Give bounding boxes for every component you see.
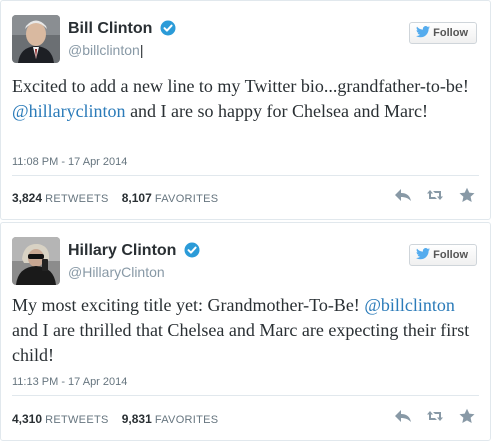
tweet-text-part: and I are thrilled that Chelsea and Marc… (12, 320, 470, 365)
follow-label: Follow (433, 27, 468, 39)
favorites-label[interactable]: FAVORITES (155, 193, 219, 205)
follow-button[interactable]: Follow (409, 244, 477, 266)
avatar[interactable] (12, 15, 60, 63)
divider (12, 175, 479, 176)
follow-button[interactable]: Follow (409, 22, 477, 44)
handle-text[interactable]: @billclinton (68, 42, 140, 58)
tweet-text-part: Excited to add a new line to my Twitter … (12, 76, 469, 96)
display-name-text[interactable]: Bill Clinton (68, 20, 152, 37)
mention-link[interactable]: @billclinton (364, 295, 455, 315)
verified-badge-icon (160, 20, 176, 41)
favorites-label[interactable]: FAVORITES (155, 414, 219, 426)
twitter-bird-icon (416, 248, 431, 260)
tweet-text-part: and I are so happy for Chelsea and Marc! (125, 101, 428, 121)
twitter-bird-icon (416, 26, 431, 38)
favorite-count[interactable]: 8,107 (122, 191, 152, 205)
tweet-text: My most exciting title yet: Grandmother-… (12, 293, 478, 368)
divider (12, 395, 479, 396)
username-handle[interactable]: @HillaryClinton (68, 264, 165, 280)
mention-link[interactable]: @hillaryclinton (12, 101, 126, 121)
tweet-actions (394, 408, 476, 424)
tweet-actions (394, 187, 476, 203)
tweet-stats: 3,824 RETWEETS 8,107 FAVORITES (12, 191, 218, 205)
retweet-icon[interactable] (426, 408, 444, 424)
tweet-text: Excited to add a new line to my Twitter … (12, 74, 478, 124)
star-icon[interactable] (458, 187, 476, 203)
tweet-card: Hillary Clinton @HillaryClinton Follow M… (0, 222, 491, 441)
retweet-count[interactable]: 3,824 (12, 191, 42, 205)
display-name[interactable]: Bill Clinton (68, 20, 176, 41)
display-name-text[interactable]: Hillary Clinton (68, 242, 176, 259)
timestamp[interactable]: 11:13 PM - 17 Apr 2014 (12, 376, 127, 388)
text-cursor: | (139, 42, 144, 58)
handle-text[interactable]: @HillaryClinton (68, 264, 165, 280)
reply-icon[interactable] (394, 187, 412, 203)
retweets-label[interactable]: RETWEETS (45, 414, 109, 426)
username-handle[interactable]: @billclinton| (68, 42, 143, 58)
star-icon[interactable] (458, 408, 476, 424)
reply-icon[interactable] (394, 408, 412, 424)
tweet-card: Bill Clinton @billclinton| Follow Excite… (0, 0, 491, 220)
retweet-icon[interactable] (426, 187, 444, 203)
tweet-stats: 4,310 RETWEETS 9,831 FAVORITES (12, 412, 218, 426)
follow-label: Follow (433, 249, 468, 261)
favorite-count[interactable]: 9,831 (122, 412, 152, 426)
retweets-label[interactable]: RETWEETS (45, 193, 109, 205)
tweet-text-part: My most exciting title yet: Grandmother-… (12, 295, 365, 315)
avatar[interactable] (12, 237, 60, 285)
verified-badge-icon (184, 242, 200, 263)
retweet-count[interactable]: 4,310 (12, 412, 42, 426)
timestamp[interactable]: 11:08 PM - 17 Apr 2014 (12, 156, 127, 168)
display-name[interactable]: Hillary Clinton (68, 242, 200, 263)
